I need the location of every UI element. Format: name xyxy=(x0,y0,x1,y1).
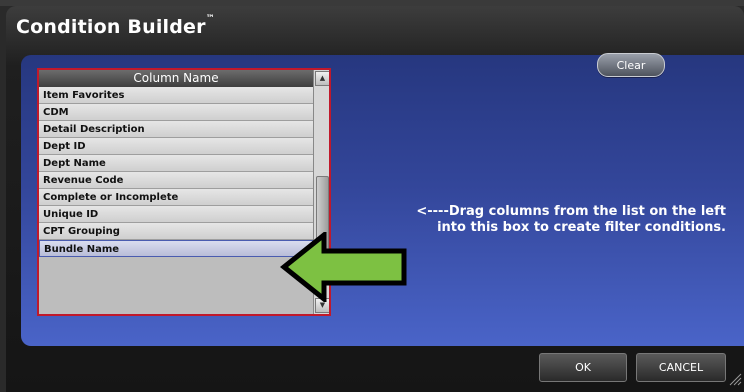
ok-button[interactable]: OK xyxy=(539,353,627,382)
list-item-selected[interactable]: Bundle Name xyxy=(39,240,313,257)
trademark-mark: ™ xyxy=(205,14,215,24)
list-item[interactable]: Complete or Incomplete xyxy=(39,189,313,206)
cancel-button[interactable]: CANCEL xyxy=(636,353,726,382)
list-item[interactable]: Item Favorites xyxy=(39,87,313,104)
instruction-text: <----Drag columns from the list on the l… xyxy=(356,204,726,236)
scroll-up-icon[interactable]: ▲ xyxy=(315,71,329,86)
list-item[interactable]: Detail Description xyxy=(39,121,313,138)
list-item[interactable]: CPT Grouping xyxy=(39,223,313,240)
list-item[interactable]: Unique ID xyxy=(39,206,313,223)
instruction-line-2: into this box to create filter condition… xyxy=(437,220,726,235)
column-list-rows: Item Favorites CDM Detail Description De… xyxy=(39,87,313,257)
list-item[interactable]: Revenue Code xyxy=(39,172,313,189)
instruction-line-1: <----Drag columns from the list on the l… xyxy=(416,204,726,219)
column-list-header[interactable]: Column Name xyxy=(39,70,313,87)
list-item[interactable]: Dept ID xyxy=(39,138,313,155)
clear-button[interactable]: Clear xyxy=(597,53,665,77)
arrow-left-icon xyxy=(280,232,407,302)
dialog-title: Condition Builder™ xyxy=(16,14,215,38)
list-item[interactable]: Dept Name xyxy=(39,155,313,172)
resize-grip-icon[interactable] xyxy=(728,372,742,386)
list-item[interactable]: CDM xyxy=(39,104,313,121)
